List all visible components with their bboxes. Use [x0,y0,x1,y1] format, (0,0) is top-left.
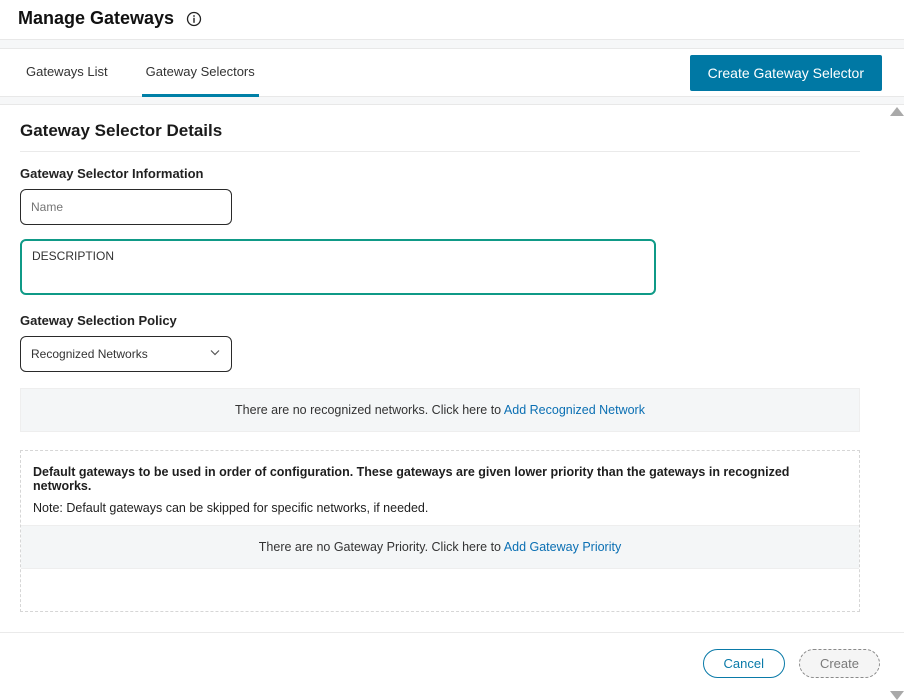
page-title: Manage Gateways [18,8,174,29]
policy-heading: Gateway Selection Policy [20,313,860,328]
scroll-up-arrow[interactable] [890,107,904,116]
page-header: Manage Gateways [0,0,904,39]
info-heading: Gateway Selector Information [20,166,860,181]
default-gateways-title: Default gateways to be used in order of … [33,465,847,493]
tab-gateway-selectors[interactable]: Gateway Selectors [142,49,259,97]
cancel-button[interactable]: Cancel [703,649,785,678]
default-gateways-note: Note: Default gateways can be skipped fo… [33,501,847,515]
description-input[interactable] [20,239,656,295]
info-icon[interactable] [186,11,202,27]
footer-actions: Cancel Create [0,632,904,694]
no-networks-text: There are no recognized networks. Click … [235,403,504,417]
tab-gateways-list[interactable]: Gateways List [22,49,112,97]
tab-label: Gateway Selectors [146,64,255,79]
divider [0,97,904,105]
divider [20,151,860,152]
default-gateways-box: Default gateways to be used in order of … [20,450,860,612]
tab-label: Gateways List [26,64,108,79]
name-input[interactable] [20,189,232,225]
create-gateway-selector-button[interactable]: Create Gateway Selector [690,55,882,91]
policy-select-value: Recognized Networks [31,347,148,361]
add-recognized-network-link[interactable]: Add Recognized Network [504,403,645,417]
no-networks-strip: There are no recognized networks. Click … [20,388,860,432]
details-panel: Gateway Selector Details Gateway Selecto… [0,105,880,632]
policy-select[interactable]: Recognized Networks [20,336,232,372]
section-title: Gateway Selector Details [20,121,860,141]
no-priority-text: There are no Gateway Priority. Click her… [259,540,504,554]
create-button[interactable]: Create [799,649,880,678]
tab-bar: Gateways List Gateway Selectors Create G… [0,49,904,97]
scroll-down-arrow[interactable] [890,691,904,700]
no-priority-strip: There are no Gateway Priority. Click her… [21,525,859,569]
chevron-down-icon [209,347,221,362]
divider [0,39,904,49]
add-gateway-priority-link[interactable]: Add Gateway Priority [504,540,621,554]
